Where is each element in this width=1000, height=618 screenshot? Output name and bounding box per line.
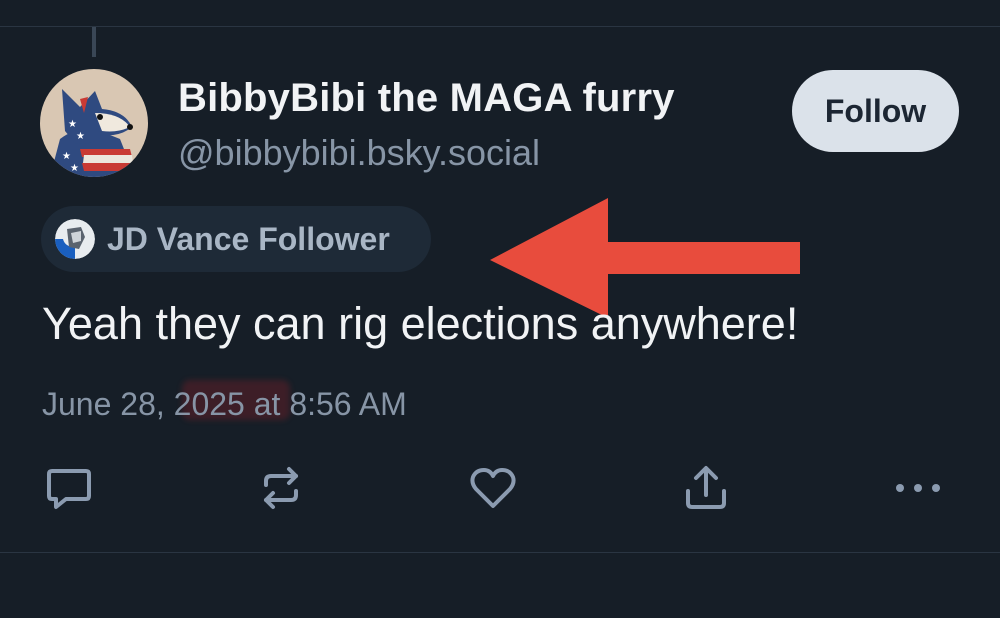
share-button[interactable] xyxy=(680,462,732,514)
follow-button[interactable]: Follow xyxy=(792,70,959,152)
svg-text:★: ★ xyxy=(76,131,85,142)
post-view: ★ ★ ★ ★ BibbyBibi the MAGA furry @bibbyb… xyxy=(0,0,1000,618)
label-badge-text: JD Vance Follower xyxy=(107,220,390,257)
post-timestamp[interactable]: June 28, 2025 at 8:56 AM xyxy=(42,386,407,423)
svg-text:★: ★ xyxy=(70,163,79,174)
svg-text:★: ★ xyxy=(68,119,77,130)
repost-arrows-icon xyxy=(264,467,298,509)
heart-outline-icon xyxy=(470,468,516,508)
like-button[interactable] xyxy=(467,462,519,514)
thread-connector-line xyxy=(92,27,96,57)
ellipsis-icon xyxy=(896,484,940,492)
user-handle[interactable]: @bibbybibi.bsky.social xyxy=(178,132,540,174)
speech-bubble-icon xyxy=(47,469,91,509)
svg-text:★: ★ xyxy=(62,151,71,162)
bottom-divider xyxy=(0,552,1000,553)
label-badge[interactable]: JD Vance Follower xyxy=(41,206,431,272)
avatar-image: ★ ★ ★ ★ xyxy=(40,69,148,177)
avatar[interactable]: ★ ★ ★ ★ xyxy=(40,69,148,177)
top-divider xyxy=(0,26,1000,27)
reply-button[interactable] xyxy=(43,462,95,514)
repost-button[interactable] xyxy=(255,462,307,514)
more-options-button[interactable] xyxy=(892,462,944,514)
labeler-avatar-icon xyxy=(55,219,95,259)
share-upload-icon xyxy=(686,466,726,509)
display-name[interactable]: BibbyBibi the MAGA furry xyxy=(178,76,675,121)
post-text: Yeah they can rig elections anywhere! xyxy=(42,298,799,349)
